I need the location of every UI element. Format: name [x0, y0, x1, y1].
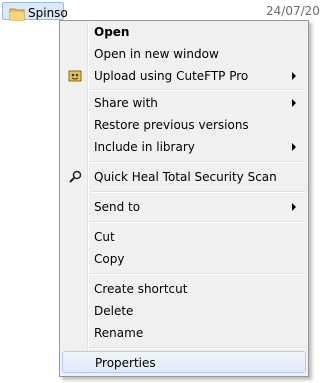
menu-item-label: Share with: [94, 96, 158, 110]
menu-item-rename[interactable]: Rename: [62, 322, 306, 344]
chevron-right-icon: [292, 99, 296, 107]
menu-item-quick-heal-scan[interactable]: Quick Heal Total Security Scan: [62, 166, 306, 188]
menu-item-restore-previous[interactable]: Restore previous versions: [62, 114, 306, 136]
menu-item-label: Upload using CuteFTP Pro: [94, 69, 249, 83]
selected-file-item[interactable]: Spinso: [2, 2, 68, 21]
menu-item-label: Open in new window: [94, 47, 219, 61]
menu-item-open[interactable]: Open: [62, 21, 306, 43]
menu-item-cut[interactable]: Cut: [62, 226, 306, 248]
menu-item-copy[interactable]: Copy: [62, 248, 306, 270]
menu-item-label: Cut: [94, 230, 115, 244]
menu-item-create-shortcut[interactable]: Create shortcut: [62, 278, 306, 300]
menu-item-delete[interactable]: Delete: [62, 300, 306, 322]
menu-item-send-to[interactable]: Send to: [62, 196, 306, 218]
menu-item-label: Copy: [94, 252, 125, 266]
chevron-right-icon: [292, 203, 296, 211]
menu-item-label: Create shortcut: [94, 282, 188, 296]
menu-separator: [90, 273, 305, 275]
file-date: 24/07/20: [266, 4, 320, 18]
menu-item-upload-cuteftp[interactable]: Upload using CuteFTP Pro: [62, 65, 306, 87]
menu-separator: [90, 191, 305, 193]
menu-item-properties[interactable]: Properties: [62, 351, 306, 373]
menu-item-label: Include in library: [94, 140, 195, 154]
menu-separator: [90, 347, 305, 349]
menu-item-label: Delete: [94, 304, 134, 318]
magnifier-icon: [69, 170, 82, 183]
cuteftp-icon: [68, 70, 82, 82]
menu-separator: [90, 89, 305, 91]
menu-item-open-new-window[interactable]: Open in new window: [62, 43, 306, 65]
menu-item-label: Rename: [94, 326, 144, 340]
menu-item-label: Send to: [94, 200, 141, 214]
menu-item-label: Restore previous versions: [94, 118, 249, 132]
chevron-right-icon: [292, 143, 296, 151]
file-name: Spinso: [28, 6, 68, 20]
chevron-right-icon: [292, 72, 296, 80]
menu-item-share-with[interactable]: Share with: [62, 92, 306, 114]
menu-item-include-library[interactable]: Include in library: [62, 136, 306, 158]
menu-separator: [90, 221, 305, 223]
menu-separator: [90, 161, 305, 163]
file-list-row: Spinso 24/07/20: [0, 0, 320, 22]
menu-item-label: Properties: [95, 356, 156, 370]
context-menu: Open Open in new window Upload using Cut…: [59, 20, 309, 377]
folder-icon: [9, 8, 25, 21]
menu-item-label: Quick Heal Total Security Scan: [94, 170, 277, 184]
menu-item-label: Open: [94, 25, 130, 39]
